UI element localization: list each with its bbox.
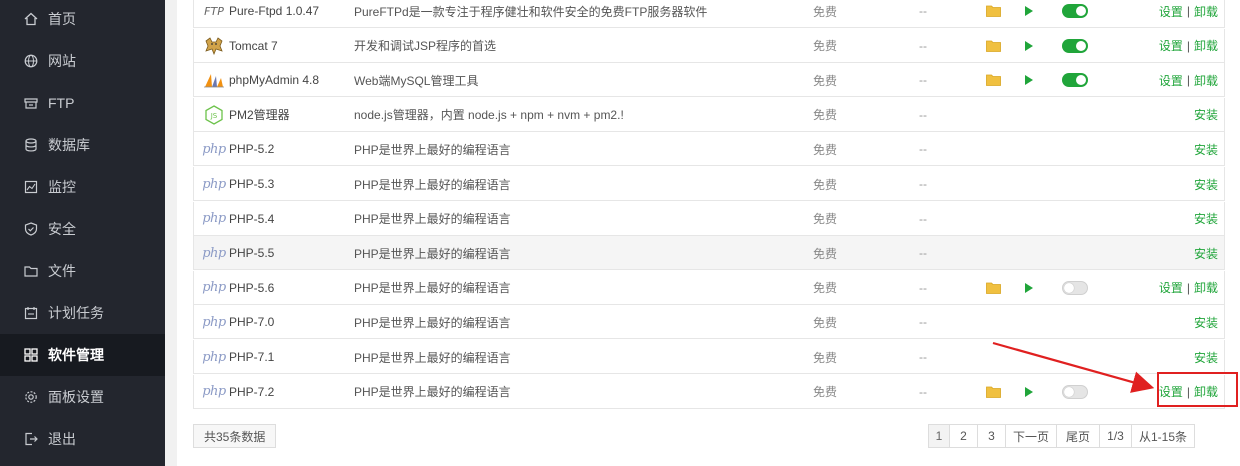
annotation-highlight-box	[1157, 372, 1238, 407]
annotation-arrow	[992, 341, 1155, 393]
